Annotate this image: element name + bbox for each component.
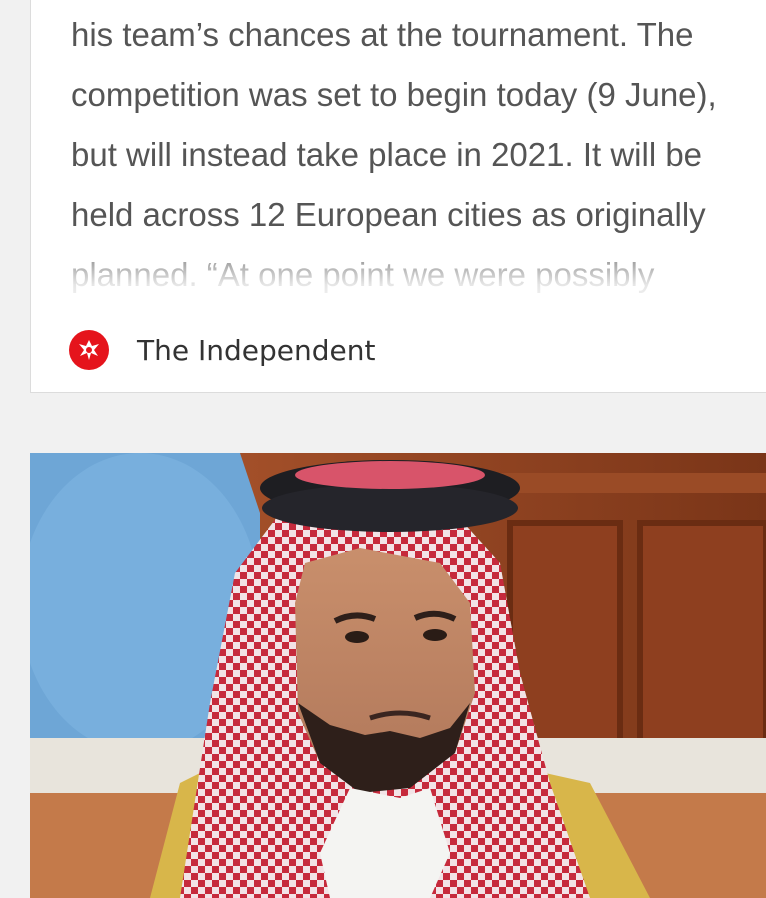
- article-photo: [30, 453, 766, 898]
- source-row[interactable]: The Independent: [69, 330, 375, 370]
- article-image[interactable]: [30, 453, 766, 898]
- news-feed: his team’s chances at the tournament. Th…: [0, 0, 766, 898]
- article-card[interactable]: his team’s chances at the tournament. Th…: [30, 0, 766, 393]
- excerpt-fade-overlay: [31, 235, 766, 345]
- source-name: The Independent: [137, 333, 376, 367]
- independent-eagle-logo-icon: [69, 330, 109, 370]
